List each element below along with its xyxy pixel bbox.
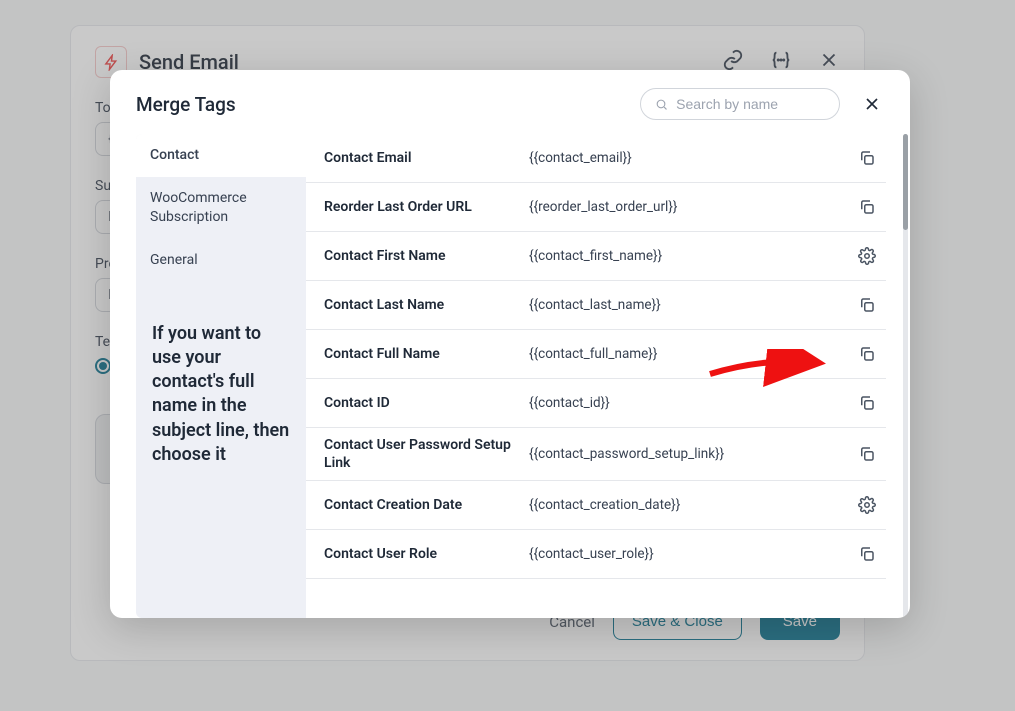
tag-code: {{contact_full_name}} (529, 346, 844, 362)
merge-tags-modal: Merge Tags Contact WooCommerce Subscript… (110, 70, 910, 618)
copy-icon[interactable] (854, 194, 880, 220)
close-modal-button[interactable] (860, 92, 884, 116)
tag-row: Contact First Name {{contact_first_name}} (306, 232, 886, 281)
tag-row: Contact User Password Setup Link {{contac… (306, 428, 886, 481)
tag-row: Contact ID {{contact_id}} (306, 379, 886, 428)
tag-row: Contact Last Name {{contact_last_name}} (306, 281, 886, 330)
copy-icon[interactable] (854, 145, 880, 171)
tag-name: Contact User Password Setup Link (324, 436, 519, 472)
tag-name: Reorder Last Order URL (324, 198, 519, 216)
sidebar-note: If you want to use your contact's full n… (136, 282, 306, 484)
tag-name: Contact First Name (324, 247, 519, 265)
copy-icon[interactable] (854, 292, 880, 318)
tag-name: Contact ID (324, 394, 519, 412)
sidebar-item-contact[interactable]: Contact (136, 134, 306, 177)
copy-icon[interactable] (854, 441, 880, 467)
tag-code: {{contact_first_name}} (529, 248, 844, 264)
tag-row: Contact Email {{contact_email}} (306, 134, 886, 183)
copy-icon[interactable] (854, 390, 880, 416)
scrollbar-thumb[interactable] (903, 134, 908, 230)
tag-name: Contact User Role (324, 545, 519, 563)
settings-icon[interactable] (854, 492, 880, 518)
copy-icon[interactable] (854, 341, 880, 367)
tag-code: {{contact_user_role}} (529, 546, 844, 562)
tag-code: {{reorder_last_order_url}} (529, 199, 844, 215)
tag-name: Contact Creation Date (324, 496, 519, 514)
search-input[interactable] (676, 96, 825, 112)
search-input-wrap[interactable] (640, 88, 840, 120)
modal-title: Merge Tags (136, 93, 236, 116)
tag-name: Contact Full Name (324, 345, 519, 363)
tag-code: {{contact_last_name}} (529, 297, 844, 313)
tag-code: {{contact_id}} (529, 395, 844, 411)
category-sidebar: Contact WooCommerce Subscription General… (136, 134, 306, 618)
tag-row: Contact Full Name {{contact_full_name}} (306, 330, 886, 379)
copy-icon[interactable] (854, 541, 880, 567)
tag-name: Contact Last Name (324, 296, 519, 314)
tag-code: {{contact_password_setup_link}} (529, 446, 844, 462)
tag-row: Contact User Role {{contact_user_role}} (306, 530, 886, 579)
tag-name: Contact Email (324, 149, 519, 167)
tag-list[interactable]: Contact Email {{contact_email}} Reorder La… (306, 134, 902, 618)
tag-code: {{contact_email}} (529, 150, 844, 166)
settings-icon[interactable] (854, 243, 880, 269)
sidebar-item-woocommerce-subscription[interactable]: WooCommerce Subscription (136, 177, 306, 239)
tag-row: Reorder Last Order URL {{reorder_last_ord… (306, 183, 886, 232)
tag-code: {{contact_creation_date}} (529, 497, 844, 513)
tag-row: Contact Creation Date {{contact_creation_… (306, 481, 886, 530)
sidebar-item-general[interactable]: General (136, 239, 306, 282)
search-icon (655, 97, 668, 112)
